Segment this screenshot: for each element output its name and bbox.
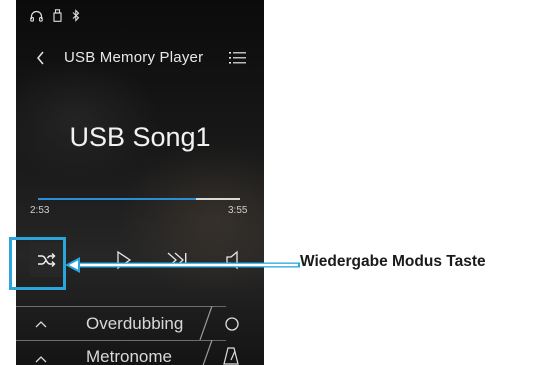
option-label: Metronome (86, 347, 172, 365)
divider (16, 340, 212, 341)
callout-label: Wiedergabe Modus Taste (300, 253, 486, 270)
option-row-metronome[interactable]: Metronome (16, 340, 264, 365)
chevron-up-icon[interactable] (34, 354, 48, 364)
callout-highlight-box (9, 237, 66, 290)
list-icon[interactable] (229, 51, 247, 65)
record-circle-icon[interactable] (224, 316, 240, 332)
option-label: Overdubbing (86, 314, 184, 333)
usb-icon (53, 9, 62, 22)
divider (16, 306, 212, 307)
page-title: USB Memory Player (64, 49, 204, 66)
metronome-icon[interactable] (223, 347, 239, 365)
song-title: USB Song1 (69, 122, 211, 152)
chevron-up-icon[interactable] (34, 319, 48, 329)
player-screen: USB Memory Player USB Song1 2:53 3:55 Ov… (16, 0, 264, 365)
option-row-overdubbing[interactable]: Overdubbing (16, 306, 264, 340)
status-bar (30, 9, 80, 22)
slash-divider (202, 340, 226, 365)
headphones-icon (30, 10, 43, 22)
time-total: 3:55 (228, 205, 248, 216)
callout-arrow (65, 257, 300, 273)
slash-divider (199, 306, 226, 340)
time-elapsed: 2:53 (30, 205, 50, 216)
progress-bar[interactable] (38, 198, 240, 200)
bluetooth-icon (72, 9, 80, 22)
progress-fill (38, 198, 196, 200)
back-icon[interactable] (34, 49, 48, 67)
